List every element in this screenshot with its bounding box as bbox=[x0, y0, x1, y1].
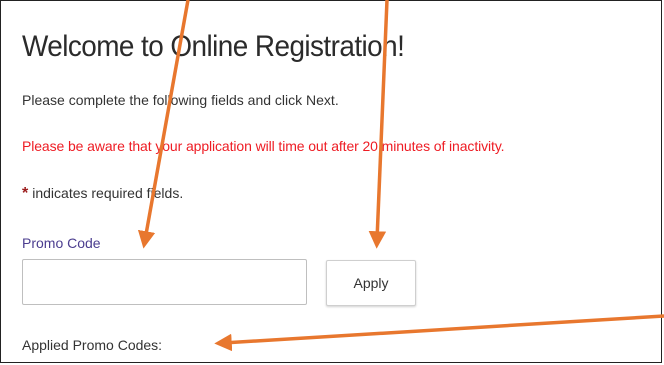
page-title: Welcome to Online Registration! bbox=[22, 30, 405, 63]
promo-code-label: Promo Code bbox=[22, 235, 101, 251]
timeout-warning: Please be aware that your application wi… bbox=[22, 138, 505, 154]
instructions-text: Please complete the following fields and… bbox=[22, 92, 339, 108]
required-asterisk-icon: * bbox=[22, 185, 29, 202]
required-fields-note: * indicates required fields. bbox=[22, 185, 183, 203]
applied-promo-codes-label: Applied Promo Codes: bbox=[22, 337, 163, 353]
required-note-text: indicates required fields. bbox=[32, 185, 184, 201]
apply-button[interactable]: Apply bbox=[326, 260, 416, 306]
registration-panel: Welcome to Online Registration! Please c… bbox=[0, 0, 662, 363]
promo-code-input[interactable] bbox=[22, 259, 307, 305]
